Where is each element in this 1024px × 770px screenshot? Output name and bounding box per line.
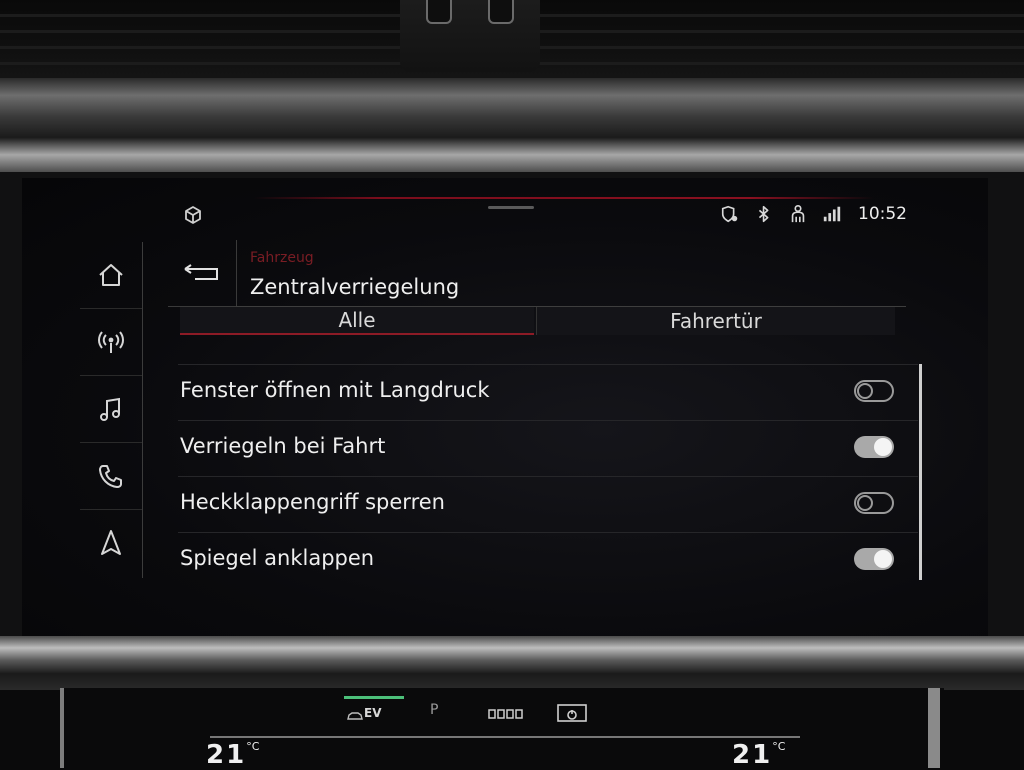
setting-label: Fenster öffnen mit Langdruck <box>180 378 490 402</box>
temperature-left[interactable]: 21°C <box>206 740 259 770</box>
dashboard-trim-top <box>0 78 1024 174</box>
climate-divider <box>210 736 800 738</box>
park-label: P <box>430 702 439 718</box>
dashboard-trim-bottom <box>0 636 1024 690</box>
bluetooth-icon <box>758 205 769 223</box>
setting-row-spiegel[interactable]: Spiegel anklappen <box>178 532 918 588</box>
nav-item-media[interactable] <box>80 376 142 443</box>
nav-item-radio[interactable] <box>80 309 142 376</box>
music-note-icon <box>100 397 120 421</box>
setting-label: Heckklappengriff sperren <box>180 490 445 514</box>
navigation-arrow-icon <box>101 530 121 555</box>
tab-bar: Alle Fahrertür <box>180 307 895 335</box>
phone-icon <box>99 465 122 488</box>
status-accent-line <box>254 197 874 199</box>
setting-row-fenster[interactable]: Fenster öffnen mit Langdruck <box>178 364 918 421</box>
ev-mode-button[interactable]: EV <box>344 696 404 730</box>
car-icon <box>347 712 363 720</box>
tab-label: Fahrertür <box>670 309 762 333</box>
tab-fahrertuer[interactable]: Fahrertür <box>536 307 895 335</box>
back-arrow-icon <box>184 264 218 280</box>
setting-label: Verriegeln bei Fahrt <box>180 434 386 458</box>
tab-label: Alle <box>338 308 376 332</box>
seat-heating-icon[interactable] <box>488 708 524 720</box>
nav-item-home[interactable] <box>80 242 142 309</box>
status-bar: 10:52 <box>22 178 988 224</box>
tab-alle[interactable]: Alle <box>180 307 534 335</box>
park-assist-button[interactable]: P <box>430 702 438 718</box>
breadcrumb[interactable]: Fahrzeug <box>250 250 314 266</box>
home-icon <box>99 264 123 286</box>
vent-knob-left[interactable] <box>426 0 452 24</box>
radio-antenna-icon <box>98 331 124 353</box>
clock: 10:52 <box>858 204 907 224</box>
air-vent-top <box>0 0 1024 78</box>
ev-active-indicator <box>344 696 404 699</box>
temp-value: 21 <box>206 740 247 770</box>
temp-unit: °C <box>772 740 786 753</box>
display-power-icon[interactable] <box>556 702 588 726</box>
toggle-heckklappe[interactable] <box>854 492 894 514</box>
vent-mount <box>400 0 540 72</box>
status-icons <box>720 202 842 226</box>
setting-label: Spiegel anklappen <box>180 546 375 570</box>
toggle-spiegel[interactable] <box>854 548 894 570</box>
temperature-right[interactable]: 21°C <box>732 740 785 770</box>
console-trim-right <box>928 688 940 768</box>
toggle-fenster[interactable] <box>854 380 894 402</box>
climate-panel: EV P <box>60 688 944 768</box>
nav-item-phone[interactable] <box>80 443 142 510</box>
back-button[interactable] <box>168 240 237 307</box>
ev-label: EV <box>364 706 382 720</box>
pull-down-handle[interactable] <box>488 206 534 209</box>
nav-item-navigation[interactable] <box>80 510 142 576</box>
infotainment-screen: 10:52 Fahrzeug Zentralverriegelung Alle … <box>22 178 988 636</box>
temp-unit: °C <box>246 740 260 753</box>
setting-row-heckklappe[interactable]: Heckklappengriff sperren <box>178 476 918 533</box>
location-shield-icon <box>721 205 738 223</box>
main-nav-sidebar <box>80 242 143 578</box>
lte-signal-icon <box>823 206 841 222</box>
setting-row-verriegeln[interactable]: Verriegeln bei Fahrt <box>178 420 918 477</box>
vent-knob-right[interactable] <box>488 0 514 24</box>
page-title: Zentralverriegelung <box>250 275 460 299</box>
person-seat-icon <box>791 205 805 223</box>
cube-icon[interactable] <box>182 204 204 226</box>
temp-value: 21 <box>732 740 773 770</box>
scrollbar[interactable] <box>919 364 922 580</box>
toggle-verriegeln[interactable] <box>854 436 894 458</box>
